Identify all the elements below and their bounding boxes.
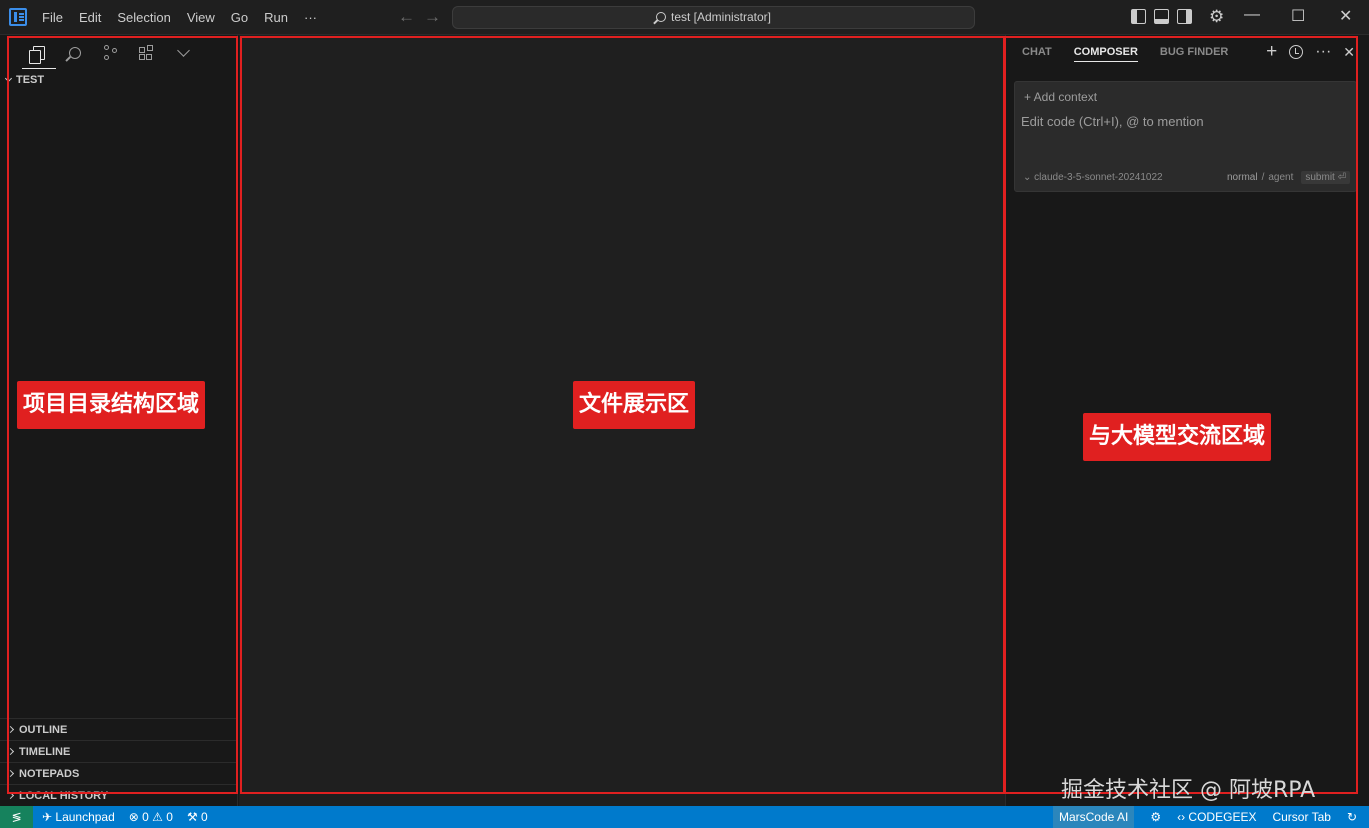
mode-normal-option[interactable]: normal [1227,172,1258,183]
composer-input-box[interactable]: + Add context Edit code (Ctrl+I), @ to m… [1014,81,1357,192]
more-actions-icon[interactable]: ··· [1315,43,1331,61]
menu-more[interactable]: ··· [296,0,325,35]
submit-button[interactable]: submit ⏎ [1301,171,1350,184]
codegeex-button[interactable]: ‹› CODEGEEX [1177,810,1256,824]
command-center-search[interactable]: test [Administrator] [452,6,975,29]
annotation-label-project-tree: 项目目录结构区域 [17,381,206,429]
tab-more-views[interactable] [172,40,194,66]
caret-right-icon [6,769,15,778]
tab-source-control[interactable] [100,40,122,66]
marscode-ai-button[interactable]: MarsCode AI [1052,806,1135,828]
section-outline-label: OUTLINE [19,724,68,736]
ai-panel-actions: + ··· ✕ [1266,42,1355,61]
model-select-dropdown[interactable]: ⌄ claude-3-5-sonnet-20241022 [1023,172,1163,183]
problems-indicator[interactable]: ⊗ 0 ⚠ 0 [129,810,173,824]
menu-bar: File Edit Selection View Go Run ··· [34,0,325,35]
status-bar: ≶ ✈ Launchpad ⊗ 0 ⚠ 0 ⚒ 0 MarsCode AI ⚙ … [0,806,1369,828]
menu-selection[interactable]: Selection [109,0,178,35]
search-icon [655,12,666,22]
launchpad-button[interactable]: ✈ Launchpad [42,810,115,824]
section-local-history-label: LOCAL HISTORY [19,790,109,802]
files-icon [29,46,45,64]
extensions-icon [139,45,155,61]
sidebar-view-tabs [22,40,194,69]
folder-root-item[interactable]: TEST [4,74,45,86]
annotation-label-file-area: 文件展示区 [573,381,696,429]
remote-indicator-button[interactable]: ≶ [0,806,33,828]
mode-selector: normal / agent submit ⏎ [1227,171,1350,184]
annotation-label-llm-area: 与大模型交流区域 [1083,413,1272,461]
minimize-button[interactable]: — [1244,6,1260,24]
composer-input-placeholder[interactable]: Edit code (Ctrl+I), @ to mention [1021,114,1204,129]
cursor-tab-button[interactable]: Cursor Tab [1272,810,1330,824]
caret-right-icon [6,791,15,800]
layout-controls [1131,9,1192,24]
menu-go[interactable]: Go [223,0,256,35]
maximize-button[interactable]: ☐ [1291,6,1305,26]
new-composer-plus-icon[interactable]: + [1266,42,1277,61]
gear-icon[interactable]: ⚙ [1209,7,1224,27]
history-icon[interactable] [1289,45,1304,59]
menu-view[interactable]: View [179,0,223,35]
ports-indicator[interactable]: ⚒ 0 [187,810,208,824]
forward-arrow-icon[interactable]: → [424,7,441,27]
source-control-icon [104,45,118,61]
tab-composer[interactable]: COMPOSER [1073,46,1138,62]
mode-agent-option[interactable]: agent [1268,172,1293,183]
status-left: ✈ Launchpad ⊗ 0 ⚠ 0 ⚒ 0 [42,806,208,828]
close-panel-icon[interactable]: ✕ [1343,44,1355,61]
chevron-down-icon [176,44,190,57]
section-local-history[interactable]: LOCAL HISTORY [0,784,237,806]
toggle-secondary-sidebar-icon[interactable] [1177,9,1192,24]
tab-extensions[interactable] [136,40,158,66]
title-bar: File Edit Selection View Go Run ··· ← → … [0,0,1369,35]
tab-explorer[interactable] [22,40,56,69]
section-notepads[interactable]: NOTEPADS [0,762,237,784]
command-center-label: test [Administrator] [670,10,772,24]
section-timeline[interactable]: TIMELINE [0,740,237,762]
toggle-primary-sidebar-icon[interactable] [1131,9,1146,24]
caret-right-icon [6,747,15,756]
menu-run[interactable]: Run [256,0,296,35]
status-right: MarsCode AI ⚙ ‹› CODEGEEX Cursor Tab ↻ [1052,806,1357,828]
ai-panel-tabs: CHAT COMPOSER BUG FINDER [1022,46,1228,62]
caret-right-icon [6,725,15,734]
tab-search[interactable] [64,40,86,66]
close-window-button[interactable]: ✕ [1339,6,1352,26]
tab-bug-finder[interactable]: BUG FINDER [1160,46,1228,62]
section-notepads-label: NOTEPADS [19,768,80,780]
menu-edit[interactable]: Edit [71,0,109,35]
app-logo-icon [9,8,27,26]
mode-separator: / [1261,172,1265,183]
folder-root-label: TEST [16,74,45,86]
copilot-icon[interactable]: ⚙ [1150,810,1161,824]
sync-icon[interactable]: ↻ [1347,810,1357,824]
watermark-text: 掘金技术社区 @ 阿坡RPA [1061,778,1316,803]
menu-file[interactable]: File [34,0,71,35]
tab-chat[interactable]: CHAT [1022,46,1052,62]
caret-down-icon [4,74,13,83]
section-timeline-label: TIMELINE [19,746,71,758]
back-arrow-icon[interactable]: ← [398,7,415,27]
add-context-button[interactable]: + Add context [1024,90,1097,104]
section-outline[interactable]: OUTLINE [0,718,237,740]
search-icon [69,47,81,59]
toggle-panel-icon[interactable] [1154,9,1169,24]
